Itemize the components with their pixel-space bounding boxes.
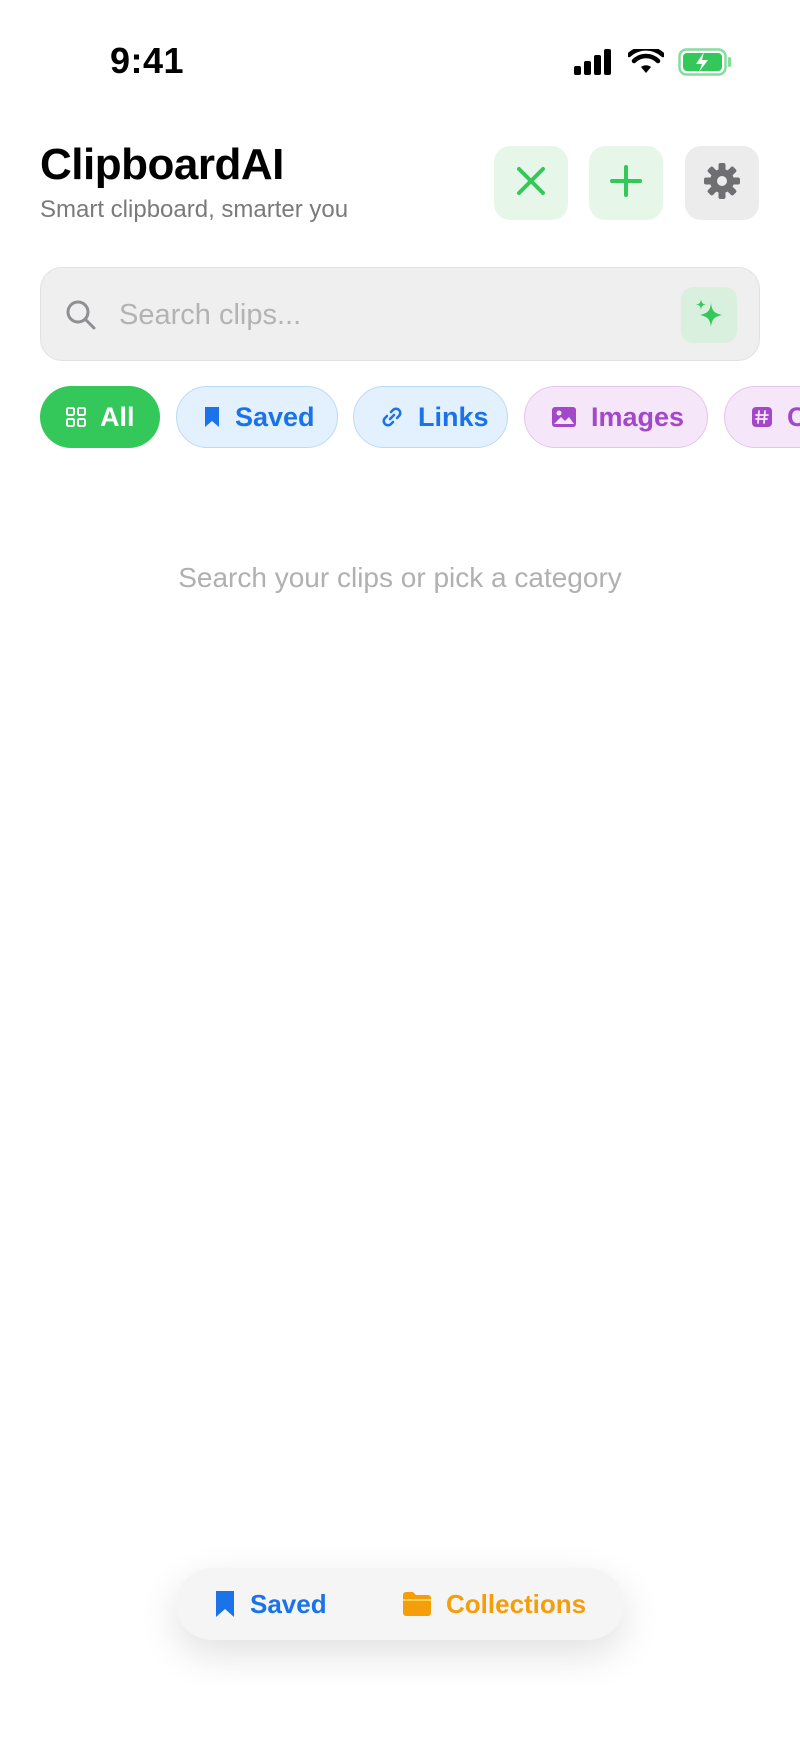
app-subtitle: Smart clipboard, smarter you — [40, 196, 349, 223]
chip-saved[interactable]: Saved — [176, 386, 338, 448]
folder-icon — [402, 1591, 432, 1617]
close-button[interactable] — [494, 146, 568, 220]
hash-icon — [751, 406, 773, 428]
bottom-collections-button[interactable]: Collections — [402, 1568, 586, 1640]
category-chips: All Saved Links Images C — [40, 386, 800, 450]
chip-label: Saved — [235, 401, 315, 432]
bottom-saved-label: Saved — [250, 1588, 327, 1619]
chip-label: C — [787, 401, 800, 432]
grid-icon — [66, 407, 86, 427]
plus-icon — [609, 164, 643, 203]
ai-search-button[interactable] — [681, 287, 737, 343]
wifi-icon — [626, 46, 666, 80]
chip-links[interactable]: Links — [353, 386, 508, 448]
bottom-collections-label: Collections — [446, 1588, 587, 1619]
search-input[interactable] — [117, 290, 641, 340]
add-clip-button[interactable] — [589, 146, 663, 220]
bookmark-icon — [203, 405, 221, 429]
bookmark-icon — [214, 1589, 236, 1619]
empty-state-message: Search your clips or pick a category — [178, 562, 622, 593]
link-icon — [380, 405, 404, 429]
sparkles-icon — [693, 297, 725, 334]
settings-button[interactable] — [685, 146, 759, 220]
close-icon — [514, 164, 548, 203]
app-title: ClipboardAI — [40, 140, 284, 189]
status-icons — [574, 46, 732, 81]
gear-icon — [703, 162, 741, 205]
bottom-bar: Saved Collections — [176, 1568, 624, 1640]
search-bar — [40, 267, 760, 361]
bottom-saved-button[interactable]: Saved — [214, 1568, 327, 1640]
signal-icon — [574, 49, 614, 80]
chip-label: Images — [591, 401, 685, 432]
search-icon — [65, 299, 97, 336]
chip-all[interactable]: All — [40, 386, 160, 448]
app-screen: 9:41 ClipboardAI Smart clipboard, smarte… — [0, 0, 800, 1740]
chip-label: All — [100, 401, 135, 432]
status-time: 9:41 — [110, 40, 185, 81]
chip-code[interactable]: C — [724, 386, 800, 448]
battery-charging-icon — [678, 48, 732, 81]
chip-label: Links — [418, 401, 489, 432]
chip-images[interactable]: Images — [524, 386, 708, 448]
image-icon — [551, 406, 577, 428]
